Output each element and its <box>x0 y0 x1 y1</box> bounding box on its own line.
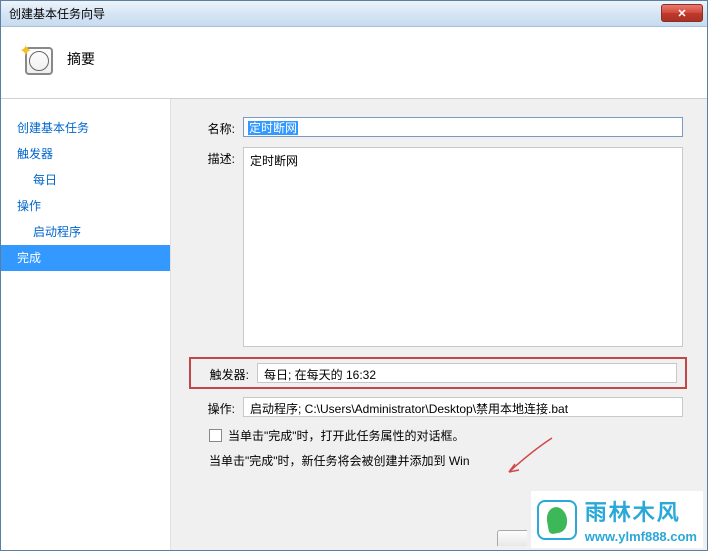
sidebar-item-trigger[interactable]: 触发器 <box>1 141 170 167</box>
watermark-text-en: www.ylmf888.com <box>585 529 697 544</box>
sidebar: 创建基本任务 触发器 每日 操作 启动程序 完成 <box>1 99 171 550</box>
window-title: 创建基本任务向导 <box>9 5 105 22</box>
action-row: 操作: 启动程序; C:\Users\Administrator\Desktop… <box>189 397 687 417</box>
body-area: 创建基本任务 触发器 每日 操作 启动程序 完成 名称: 定时断网 描述: 定时… <box>1 99 707 550</box>
header-section: ✦ 摘要 <box>1 27 707 99</box>
sidebar-item-daily[interactable]: 每日 <box>1 167 170 193</box>
wizard-icon: ✦ <box>21 43 53 75</box>
trigger-row: 触发器: 每日; 在每天的 16:32 <box>189 357 687 389</box>
sidebar-item-create-task[interactable]: 创建基本任务 <box>1 115 170 141</box>
sidebar-item-action[interactable]: 操作 <box>1 193 170 219</box>
watermark: 雨林木风 www.ylmf888.com <box>531 491 703 548</box>
titlebar: 创建基本任务向导 ✕ <box>1 1 707 27</box>
note-text: 当单击"完成"时，新任务将会被创建并添加到 Win <box>209 452 687 469</box>
checkbox-label: 当单击"完成"时，打开此任务属性的对话框。 <box>228 427 465 444</box>
sidebar-item-finish[interactable]: 完成 <box>1 245 170 271</box>
checkbox-row: 当单击"完成"时，打开此任务属性的对话框。 <box>209 427 687 444</box>
name-value: 定时断网 <box>248 121 298 135</box>
trigger-label: 触发器: <box>193 363 249 383</box>
close-button[interactable]: ✕ <box>661 4 703 22</box>
action-label: 操作: <box>189 397 235 417</box>
button-partial[interactable] <box>497 530 527 546</box>
desc-value: 定时断网 <box>250 154 298 168</box>
desc-input[interactable]: 定时断网 <box>243 147 683 347</box>
wizard-window: 创建基本任务向导 ✕ ✦ 摘要 创建基本任务 触发器 每日 操作 启动程序 完成… <box>0 0 708 551</box>
name-row: 名称: 定时断网 <box>189 117 687 137</box>
trigger-value: 每日; 在每天的 16:32 <box>257 363 677 383</box>
watermark-logo-icon <box>537 500 577 540</box>
page-title: 摘要 <box>67 49 95 69</box>
desc-row: 描述: 定时断网 <box>189 147 687 347</box>
sidebar-item-start-program[interactable]: 启动程序 <box>1 219 170 245</box>
name-input[interactable]: 定时断网 <box>243 117 683 137</box>
close-icon: ✕ <box>677 7 686 20</box>
main-panel: 名称: 定时断网 描述: 定时断网 触发器: 每日; 在每天的 16:32 操作… <box>171 99 707 550</box>
watermark-text-cn: 雨林木风 <box>585 495 697 527</box>
action-value: 启动程序; C:\Users\Administrator\Desktop\禁用本… <box>243 397 683 417</box>
open-properties-checkbox[interactable] <box>209 429 222 442</box>
name-label: 名称: <box>189 117 235 137</box>
desc-label: 描述: <box>189 147 235 167</box>
